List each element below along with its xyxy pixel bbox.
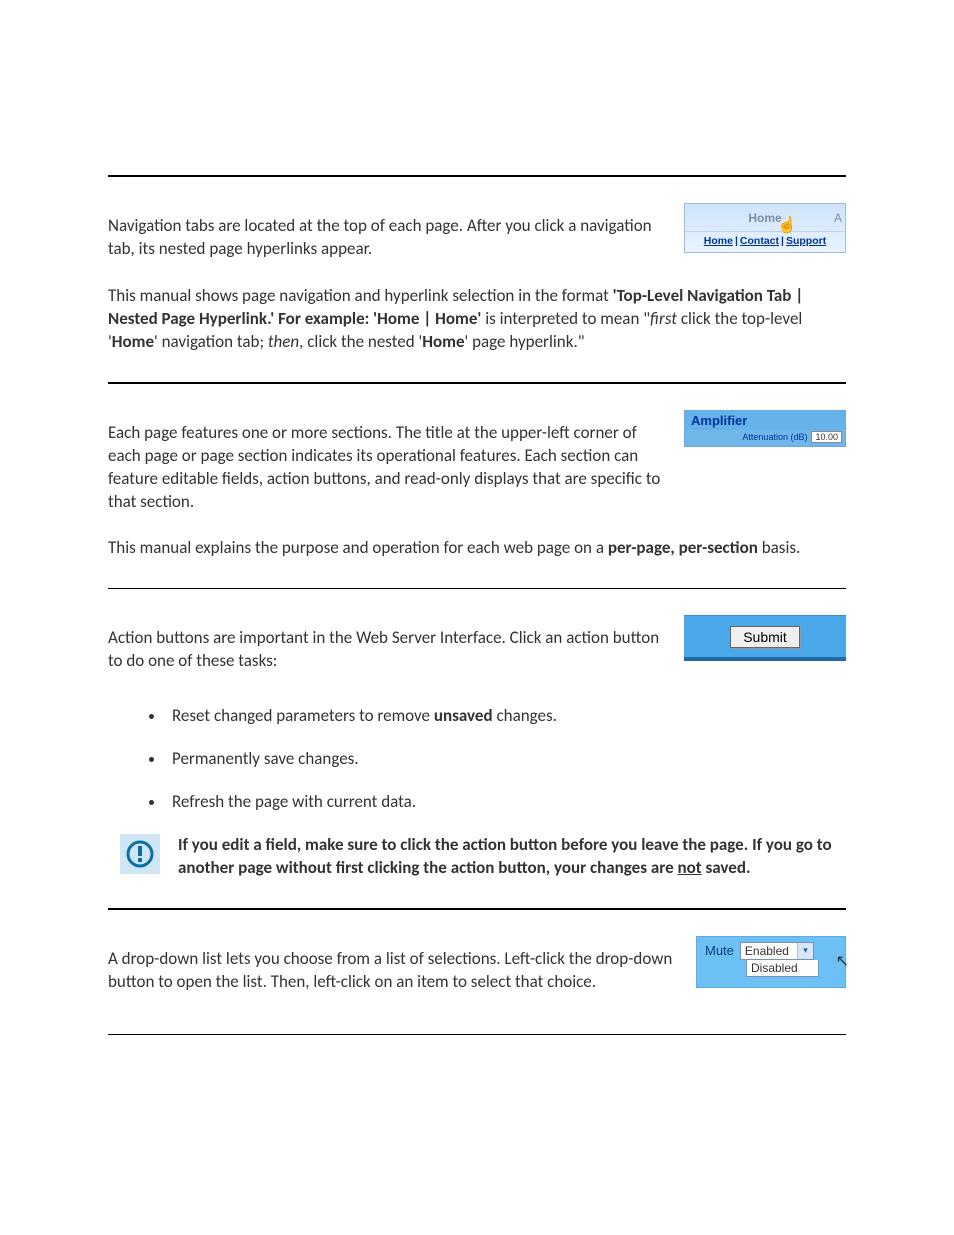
- section-page-sections: Each page features one or more sections.…: [108, 410, 846, 561]
- amplifier-section-illustration: Amplifier Attenuation (dB) 10.00: [684, 410, 846, 447]
- text: ' page hyperlink.": [465, 331, 585, 352]
- cursor-arrow-icon: ↖: [836, 951, 849, 971]
- text-bold: Home: [422, 331, 464, 352]
- warning-text: If you edit a field, make sure to click …: [178, 834, 846, 880]
- text: basis.: [758, 537, 800, 558]
- nav-tab-edge: A: [834, 211, 842, 225]
- submit-button[interactable]: Submit: [730, 626, 800, 648]
- nav-link-home: Home: [704, 235, 733, 247]
- text-underline: not: [677, 857, 701, 878]
- section-dropdown: A drop-down list lets you choose from a …: [108, 936, 846, 1006]
- text-bold: per-page, per-section: [608, 537, 758, 558]
- section-rule: [108, 588, 846, 589]
- section-rule: [108, 175, 846, 177]
- action-tasks-list: Reset changed parameters to remove unsav…: [108, 705, 846, 814]
- text: is interpreted to mean ": [481, 308, 650, 329]
- cursor-hand-icon: ☝: [777, 215, 797, 235]
- nav-link-support: Support: [786, 235, 826, 247]
- mute-label: Mute: [705, 943, 734, 958]
- nav-link-sep: |: [781, 235, 784, 247]
- mute-select[interactable]: Enabled ▾: [740, 942, 814, 960]
- text: , click the nested ': [299, 331, 422, 352]
- text: This manual shows page navigation and hy…: [108, 285, 613, 306]
- mute-selected-option: Enabled: [741, 943, 797, 959]
- text-bold: unsaved: [434, 705, 493, 726]
- list-item: Permanently save changes.: [166, 748, 846, 771]
- nav-tabs-illustration: Home A ☝ Home | Contact | Support: [684, 203, 846, 253]
- text-italic: then: [268, 331, 299, 352]
- section-navigation: Navigation tabs are located at the top o…: [108, 203, 846, 354]
- sections-basis-text: This manual explains the purpose and ope…: [108, 537, 846, 560]
- action-intro-text: Action buttons are important in the Web …: [108, 627, 664, 673]
- document-page: Navigation tabs are located at the top o…: [0, 0, 954, 1115]
- dropdown-illustration: Mute Enabled ▾ Disabled ↖: [696, 936, 846, 988]
- mute-option-disabled[interactable]: Disabled: [746, 960, 819, 977]
- amp-attenuation-value: 10.00: [811, 431, 842, 443]
- text: saved.: [702, 857, 751, 878]
- list-item: Refresh the page with current data.: [166, 791, 846, 814]
- nav-intro-text: Navigation tabs are located at the top o…: [108, 215, 664, 261]
- section-action-buttons: Action buttons are important in the Web …: [108, 615, 846, 880]
- text: ' navigation tab;: [154, 331, 268, 352]
- list-item: Reset changed parameters to remove unsav…: [166, 705, 846, 728]
- amp-attenuation-label: Attenuation (dB): [742, 432, 807, 442]
- text: This manual explains the purpose and ope…: [108, 537, 608, 558]
- dropdown-intro-text: A drop-down list lets you choose from a …: [108, 948, 676, 994]
- amp-title: Amplifier: [685, 411, 845, 430]
- text-bold: Home: [112, 331, 154, 352]
- warning-callout: If you edit a field, make sure to click …: [120, 834, 846, 880]
- text-italic: first: [650, 308, 677, 329]
- section-rule: [108, 908, 846, 910]
- submit-button-illustration: Submit: [684, 615, 846, 661]
- nav-format-text: This manual shows page navigation and hy…: [108, 285, 846, 354]
- section-rule: [108, 382, 846, 384]
- text: Reset changed parameters to remove: [172, 705, 434, 726]
- nav-link-contact: Contact: [740, 235, 779, 247]
- chevron-down-icon[interactable]: ▾: [797, 943, 813, 959]
- section-rule: [108, 1034, 846, 1035]
- sections-intro-text: Each page features one or more sections.…: [108, 422, 664, 514]
- text: changes.: [493, 705, 557, 726]
- warning-icon: [120, 834, 160, 874]
- nav-link-sep: |: [735, 235, 738, 247]
